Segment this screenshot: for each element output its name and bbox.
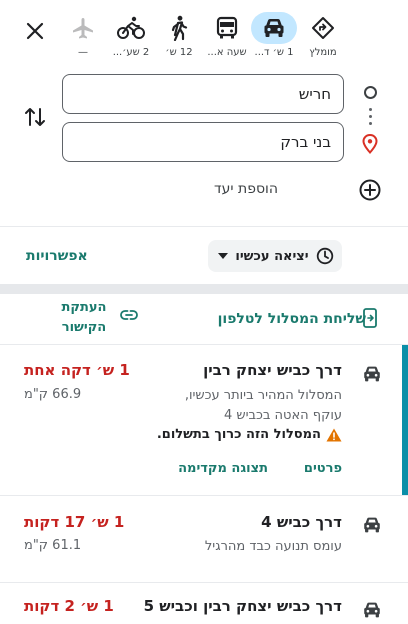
clock-icon bbox=[316, 247, 334, 265]
warning-icon bbox=[326, 428, 342, 441]
link-icon[interactable] bbox=[120, 309, 138, 321]
swap-button[interactable] bbox=[22, 104, 48, 130]
mode-label: — bbox=[78, 47, 88, 58]
close-button[interactable] bbox=[20, 16, 50, 46]
route-option-1[interactable]: דרך כביש יצחק רבין 1 ש׳ דקה אחת המסלול ה… bbox=[0, 345, 408, 495]
car-icon bbox=[364, 366, 380, 382]
mode-label: מומלץ bbox=[309, 47, 337, 58]
route-title: דרך כביש יצחק רבין וכביש 5 bbox=[143, 597, 342, 615]
bicycle-icon bbox=[117, 16, 145, 39]
toll-warning-text: המסלול הזה כרוך בתשלום. bbox=[156, 427, 321, 442]
mode-label: 2 שע׳... bbox=[112, 47, 150, 58]
caret-down-icon bbox=[218, 253, 228, 259]
send-to-phone-link[interactable]: שליחת המסלול לטלפון bbox=[218, 311, 366, 327]
route-dots-icon bbox=[369, 108, 372, 129]
route-option-2[interactable]: דרך כביש 4 1 ש׳ 17 דקות עומס תנועה כבד מ… bbox=[0, 496, 408, 582]
walking-icon bbox=[171, 15, 188, 41]
mode-label: 12 ש׳ bbox=[165, 47, 193, 58]
airplane-icon bbox=[73, 18, 93, 39]
swap-vertical-icon bbox=[25, 108, 45, 126]
mode-tab-transit[interactable]: שעה א... bbox=[202, 12, 252, 64]
route-description: עוקף האטה בכביש 4 bbox=[223, 408, 342, 423]
mode-tab-flight[interactable]: — bbox=[58, 12, 108, 64]
route-option-3[interactable]: דרך כביש יצחק רבין וכביש 5 1 ש׳ 2 דקות bbox=[0, 583, 408, 624]
directions-diamond-icon bbox=[312, 17, 334, 39]
car-icon bbox=[364, 517, 380, 533]
route-description: המסלול המהיר ביותר עכשיו, bbox=[184, 388, 342, 403]
divider bbox=[0, 226, 408, 227]
route-duration: 1 ש׳ דקה אחת bbox=[24, 361, 130, 379]
toll-warning: המסלול הזה כרוך בתשלום. bbox=[157, 427, 342, 442]
mode-label: שעה א... bbox=[207, 47, 247, 58]
route-duration: 1 ש׳ 2 דקות bbox=[24, 597, 114, 615]
origin-circle-icon bbox=[364, 86, 377, 99]
route-duration: 1 ש׳ 17 דקות bbox=[24, 513, 125, 531]
destination-value: בני ברק bbox=[280, 133, 331, 151]
add-stop-button[interactable] bbox=[358, 178, 382, 202]
origin-value: חריש bbox=[298, 85, 331, 103]
route-description: עומס תנועה כבד מהרגיל bbox=[204, 539, 342, 554]
mode-tab-recommended[interactable]: מומלץ bbox=[298, 12, 348, 64]
origin-input[interactable]: חריש bbox=[62, 74, 344, 114]
add-stop-label[interactable]: הוספת יעד bbox=[214, 181, 278, 197]
options-link[interactable]: אפשרויות bbox=[26, 248, 88, 264]
copy-link-link[interactable]: העתקת הקישור bbox=[52, 298, 116, 338]
car-icon bbox=[364, 602, 380, 618]
route-distance: 61.1 ק"מ bbox=[24, 538, 82, 553]
route-title: דרך כביש יצחק רבין bbox=[203, 361, 342, 379]
depart-label: יציאה עכשיו bbox=[235, 248, 309, 264]
destination-input[interactable]: בני ברק bbox=[62, 122, 344, 162]
mode-tab-driving[interactable]: 1 ש׳ ד... bbox=[249, 12, 299, 64]
section-separator bbox=[0, 284, 408, 294]
bus-icon bbox=[216, 16, 238, 39]
mode-label: 1 ש׳ ד... bbox=[254, 47, 294, 58]
mode-tab-cycling[interactable]: 2 שע׳... bbox=[106, 12, 156, 64]
car-icon bbox=[264, 19, 284, 37]
depart-now-dropdown[interactable]: יציאה עכשיו bbox=[208, 240, 342, 272]
destination-pin-icon bbox=[362, 134, 378, 154]
route-details-link[interactable]: פרטים bbox=[304, 461, 342, 476]
close-icon bbox=[26, 22, 44, 40]
mode-tab-walking[interactable]: 12 ש׳ bbox=[154, 12, 204, 64]
route-distance: 66.9 ק"מ bbox=[24, 387, 82, 402]
route-preview-link[interactable]: תצוגה מקדימה bbox=[178, 461, 268, 476]
add-circle-icon bbox=[359, 179, 381, 201]
route-title: דרך כביש 4 bbox=[261, 513, 342, 531]
